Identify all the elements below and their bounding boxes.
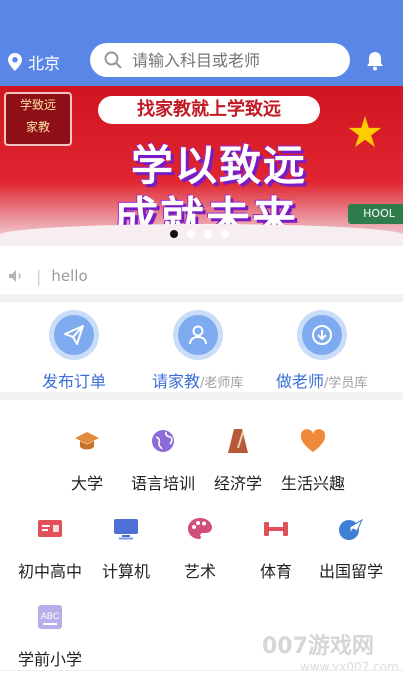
person-icon: [188, 325, 207, 345]
palette-icon: [188, 518, 212, 539]
watermark: 007游戏网: [262, 634, 374, 659]
quick-label: 发布订单: [42, 372, 107, 391]
section-divider: [0, 392, 403, 400]
speaker-icon: [9, 270, 21, 282]
search-box[interactable]: [90, 43, 350, 77]
notice-text: hello: [51, 267, 88, 285]
category-label: 艺术: [183, 562, 216, 581]
svg-text:ABC: ABC: [41, 611, 60, 621]
carousel-dot[interactable]: [221, 230, 229, 238]
notice-bar[interactable]: | hello: [0, 258, 403, 294]
category-language[interactable]: 语言培训: [123, 426, 203, 494]
search-icon: [104, 51, 122, 69]
divider: |: [36, 266, 42, 286]
category-secondary-school[interactable]: 初中高中: [10, 514, 90, 582]
section-divider: [0, 294, 403, 302]
category-label: 初中高中: [17, 562, 82, 581]
category-label: 体育: [259, 562, 292, 581]
notification-bell-icon[interactable]: [366, 51, 384, 71]
carousel-dot[interactable]: [187, 230, 195, 238]
abc-book-icon: ABC: [38, 605, 62, 629]
category-label: 出国留学: [318, 562, 383, 581]
category-study-abroad[interactable]: 出国留学: [311, 514, 391, 582]
carousel-dot[interactable]: [204, 230, 212, 238]
metronome-icon: [228, 429, 248, 453]
category-university[interactable]: 大学: [47, 426, 127, 494]
quick-label: 请家教: [152, 372, 201, 391]
category-computer[interactable]: 计算机: [86, 514, 166, 582]
category-label: 学前小学: [17, 650, 82, 669]
bottom-tab-bar[interactable]: [0, 670, 403, 685]
plane-globe-icon: [339, 518, 364, 540]
download-icon: [311, 325, 332, 345]
category-art[interactable]: 艺术: [160, 514, 240, 582]
location-pin-icon: [8, 53, 22, 71]
top-bar: 北京: [0, 0, 403, 86]
globe-icon: [152, 430, 174, 452]
heart-icon: [300, 429, 326, 452]
hire-tutor-button[interactable]: 请家教/老师库: [152, 310, 243, 392]
graduation-cap-icon: [75, 432, 99, 450]
category-label: 经济学: [213, 474, 262, 493]
post-order-button[interactable]: 发布订单: [42, 310, 106, 392]
quick-sub-label: /学员库: [324, 376, 368, 391]
blackboard-icon: [38, 520, 62, 537]
banner-tagline: 找家教就上学致远: [98, 96, 320, 124]
category-label: 计算机: [101, 562, 150, 581]
monitor-icon: [114, 519, 138, 540]
carousel-indicator: [170, 230, 229, 238]
banner-logo: 学致远 家教: [4, 92, 72, 146]
category-economics[interactable]: 经济学: [198, 426, 278, 494]
search-input[interactable]: [130, 49, 334, 71]
carousel-dot[interactable]: [170, 230, 178, 238]
category-hobbies[interactable]: 生活兴趣: [273, 426, 353, 494]
category-preschool[interactable]: ABC 学前小学: [10, 602, 90, 670]
paper-plane-icon: [64, 325, 84, 345]
promo-banner[interactable]: 学致远 家教 找家教就上学致远 学以致远 成就未来 HOOL: [0, 86, 403, 246]
quick-sub-label: /老师库: [200, 376, 244, 391]
category-sports[interactable]: 体育: [236, 514, 316, 582]
category-label: 生活兴趣: [280, 474, 345, 493]
quick-actions: 发布订单 请家教/老师库 做老师/学员库: [0, 302, 403, 392]
category-label: 语言培训: [130, 474, 195, 493]
location-selector[interactable]: 北京: [8, 50, 60, 74]
become-tutor-button[interactable]: 做老师/学员库: [276, 310, 367, 392]
dumbbell-icon: [264, 522, 288, 536]
category-label: 大学: [70, 474, 103, 493]
quick-label: 做老师: [276, 372, 325, 391]
school-sign: HOOL: [348, 204, 403, 224]
location-label: 北京: [28, 54, 61, 73]
